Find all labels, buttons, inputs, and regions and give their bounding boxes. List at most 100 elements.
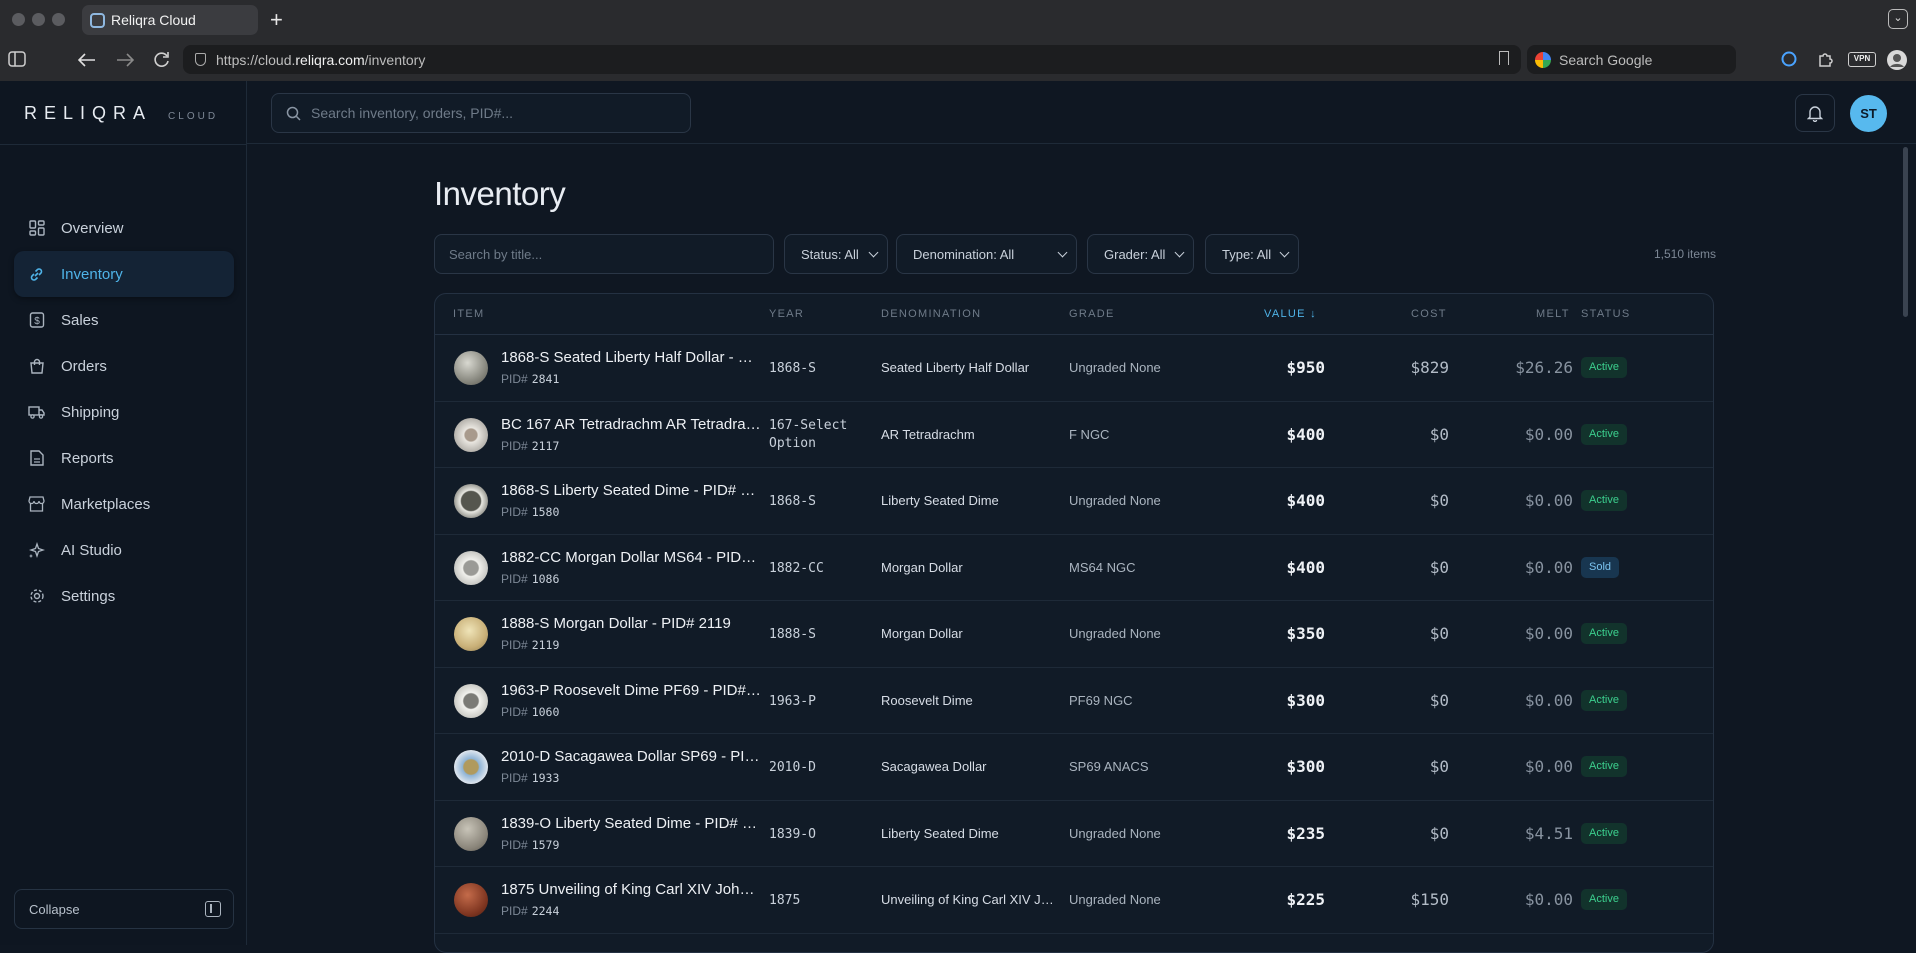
item-melt: $0.00 xyxy=(1524,624,1573,643)
sidebar-item-reports[interactable]: Reports xyxy=(14,435,234,481)
item-melt: $4.51 xyxy=(1524,823,1573,843)
coin-thumbnail[interactable] xyxy=(454,683,488,718)
column-header-cost[interactable]: COST xyxy=(1411,308,1447,320)
bookmark-icon[interactable] xyxy=(1499,51,1509,65)
title-search-input[interactable] xyxy=(449,246,759,262)
chevron-down-icon xyxy=(1057,247,1068,258)
chevron-down-icon xyxy=(1279,247,1290,258)
item-pid: PID# 1060 xyxy=(501,704,560,719)
column-header-year[interactable]: YEAR xyxy=(769,308,804,320)
table-row[interactable]: 2010-D Sacagawea Dollar SP69 - PID# 1933… xyxy=(435,734,1713,801)
back-arrow-icon[interactable] xyxy=(78,53,96,67)
item-title[interactable]: 1868-S Liberty Seated Dime - PID# 1580 xyxy=(501,482,761,499)
new-tab-button[interactable]: + xyxy=(270,7,283,33)
item-title[interactable]: 1868-S Seated Liberty Half Dollar - PID#… xyxy=(501,349,761,366)
minimize-window-button[interactable] xyxy=(32,13,45,26)
site-info-shield-icon[interactable] xyxy=(195,53,206,66)
collapse-sidebar-button[interactable]: Collapse xyxy=(14,889,234,929)
item-year: 1963-P xyxy=(769,693,816,709)
status-filter-select[interactable]: Status: All xyxy=(784,234,888,274)
item-grade: Ungraded None xyxy=(1069,892,1161,907)
brand-name: RELIQRA xyxy=(24,103,153,123)
coin-thumbnail[interactable] xyxy=(454,550,488,585)
dollar-icon: $ xyxy=(28,312,45,329)
notifications-button[interactable] xyxy=(1795,94,1835,132)
table-row[interactable]: 1875 Unveiling of King Carl XIV Johan St… xyxy=(435,867,1713,934)
inventory-table: ITEM YEAR DENOMINATION GRADE VALUE ↓ COS… xyxy=(434,293,1714,953)
coin-thumbnail[interactable] xyxy=(454,417,488,452)
table-row[interactable]: 1963-P Roosevelt Dime PF69 - PID# 1060 P… xyxy=(435,668,1713,734)
vpn-badge[interactable]: VPN xyxy=(1848,52,1876,67)
table-row[interactable]: BC 167 AR Tetradrachm AR Tetradrachm - P… xyxy=(435,402,1713,468)
table-row[interactable]: 1882-CC Morgan Dollar MS64 - PID# 1086 P… xyxy=(435,535,1713,601)
sidebar-item-inventory[interactable]: Inventory xyxy=(14,251,234,297)
extension-circle-icon[interactable] xyxy=(1781,51,1797,67)
global-search[interactable] xyxy=(271,93,691,133)
sidebar-item-settings[interactable]: Settings xyxy=(14,573,234,619)
item-value: $235 xyxy=(1286,823,1325,843)
item-title[interactable]: 1882-CC Morgan Dollar MS64 - PID# 1086 xyxy=(501,549,761,566)
item-denomination: Liberty Seated Dime xyxy=(881,493,999,508)
title-search[interactable] xyxy=(434,234,774,274)
sidebar-item-overview[interactable]: Overview xyxy=(14,205,234,251)
item-pid: PID# 1579 xyxy=(501,837,560,852)
user-avatar[interactable]: ST xyxy=(1850,95,1887,132)
coin-thumbnail[interactable] xyxy=(454,883,488,917)
grader-filter-select[interactable]: Grader: All xyxy=(1087,234,1194,274)
item-title[interactable]: 1963-P Roosevelt Dime PF69 - PID# 1060 xyxy=(501,682,761,699)
column-header-denomination[interactable]: DENOMINATION xyxy=(881,308,981,320)
sidebar-item-marketplaces[interactable]: Marketplaces xyxy=(14,481,234,527)
item-title[interactable]: 1875 Unveiling of King Carl XIV Johan St… xyxy=(501,881,761,898)
coin-thumbnail[interactable] xyxy=(454,484,488,518)
close-window-button[interactable] xyxy=(12,13,25,26)
item-melt: $0.00 xyxy=(1524,690,1573,710)
table-row[interactable]: 1868-S Liberty Seated Dime - PID# 1580 P… xyxy=(435,468,1713,535)
column-header-melt[interactable]: MELT xyxy=(1536,308,1570,320)
google-search-box[interactable]: Search Google xyxy=(1527,45,1736,74)
sidebar-item-shipping[interactable]: Shipping xyxy=(14,389,234,435)
page-scrollbar[interactable] xyxy=(1903,147,1908,317)
coin-thumbnail[interactable] xyxy=(454,816,488,851)
table-row[interactable]: 1888-S Morgan Dollar - PID# 2119 PID# 211… xyxy=(435,601,1713,668)
item-title[interactable]: 1839-O Liberty Seated Dime - PID# 1579 xyxy=(501,815,761,832)
forward-arrow-icon[interactable] xyxy=(116,53,134,67)
column-header-item[interactable]: ITEM xyxy=(453,308,484,320)
page-title: Inventory xyxy=(434,175,566,212)
column-header-status[interactable]: STATUS xyxy=(1581,308,1631,320)
item-value: $300 xyxy=(1286,690,1325,710)
sidebar-toggle-icon[interactable] xyxy=(8,51,26,67)
type-filter-select[interactable]: Type: All xyxy=(1205,234,1299,274)
sidebar-item-ai-studio[interactable]: AI Studio xyxy=(14,527,234,573)
browser-tab[interactable]: Reliqra Cloud xyxy=(82,5,258,35)
item-title[interactable]: BC 167 AR Tetradrachm AR Tetradrachm - P… xyxy=(501,416,761,433)
status-filter-label: Status: All xyxy=(801,246,859,262)
global-search-input[interactable] xyxy=(311,105,671,121)
reliqra-logo[interactable]: RELIQRA CLOUD xyxy=(24,103,218,124)
table-row[interactable]: 1868-S Seated Liberty Half Dollar - PID#… xyxy=(435,335,1713,402)
sidebar-item-sales[interactable]: $ Sales xyxy=(14,297,234,343)
document-icon xyxy=(28,450,45,467)
item-year: 1882-CC xyxy=(769,560,824,576)
sidebar-item-orders[interactable]: Orders xyxy=(14,343,234,389)
coin-thumbnail[interactable] xyxy=(454,750,488,784)
tab-list-chevron-icon[interactable]: ⌄ xyxy=(1888,9,1908,29)
profile-icon[interactable] xyxy=(1886,49,1908,71)
coin-thumbnail[interactable] xyxy=(454,351,488,385)
coin-thumbnail[interactable] xyxy=(454,617,488,651)
reload-icon[interactable] xyxy=(153,51,170,68)
address-bar[interactable]: https://cloud.reliqra.com/inventory xyxy=(183,45,1521,74)
extensions-puzzle-icon[interactable] xyxy=(1817,50,1835,68)
item-title[interactable]: 2010-D Sacagawea Dollar SP69 - PID# 1933 xyxy=(501,748,761,765)
denomination-filter-select[interactable]: Denomination: All xyxy=(896,234,1077,274)
item-title[interactable]: 1888-S Morgan Dollar - PID# 2119 xyxy=(501,615,761,632)
item-denomination: AR Tetradrachm xyxy=(881,426,975,442)
item-denomination: Sacagawea Dollar xyxy=(881,759,987,774)
column-header-grade[interactable]: GRADE xyxy=(1069,308,1115,320)
table-row[interactable]: 1839-O Liberty Seated Dime - PID# 1579 P… xyxy=(435,801,1713,867)
zoom-window-button[interactable] xyxy=(52,13,65,26)
link-icon xyxy=(28,266,45,283)
item-cost: $829 xyxy=(1410,358,1449,377)
item-melt: $0.00 xyxy=(1524,557,1573,577)
browser-tab-bar: Reliqra Cloud + ⌄ xyxy=(0,0,1916,40)
column-header-value[interactable]: VALUE ↓ xyxy=(1264,308,1317,320)
